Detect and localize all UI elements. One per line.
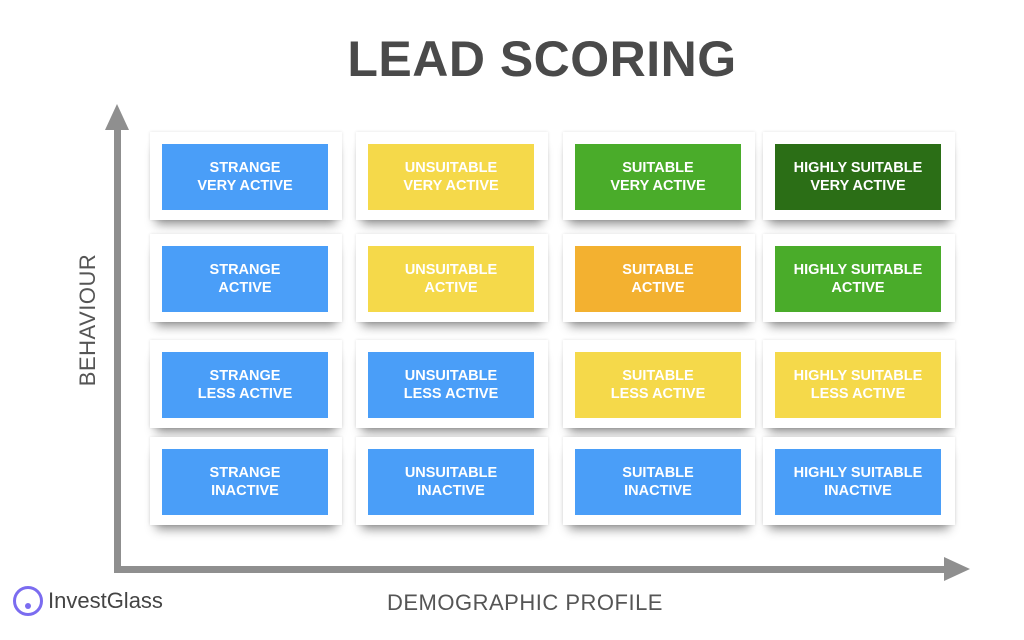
cell-profile-label: UNSUITABLE bbox=[404, 160, 498, 176]
matrix-cell-tile: SUITABLE ACTIVE bbox=[575, 246, 741, 312]
matrix-cell-tile: HIGHLY SUITABLE VERY ACTIVE bbox=[775, 144, 941, 210]
matrix-cell-tile: STRANGE LESS ACTIVE bbox=[162, 352, 328, 418]
cell-activity-label: ACTIVE bbox=[218, 280, 272, 296]
cell-activity-label: ACTIVE bbox=[831, 280, 885, 296]
matrix-cell-card: STRANGE LESS ACTIVE bbox=[150, 340, 342, 428]
x-axis-line bbox=[114, 566, 946, 573]
matrix-cell-tile: UNSUITABLE LESS ACTIVE bbox=[368, 352, 534, 418]
cell-profile-label: UNSUITABLE bbox=[404, 262, 498, 278]
matrix-cell-tile: STRANGE VERY ACTIVE bbox=[162, 144, 328, 210]
cell-profile-label: STRANGE bbox=[209, 160, 281, 176]
cell-activity-label: INACTIVE bbox=[624, 483, 692, 499]
cell-activity-label: VERY ACTIVE bbox=[610, 178, 706, 194]
matrix-cell-tile: UNSUITABLE VERY ACTIVE bbox=[368, 144, 534, 210]
matrix-cell-tile: HIGHLY SUITABLE INACTIVE bbox=[775, 449, 941, 515]
x-axis-arrowhead bbox=[944, 557, 970, 581]
y-axis-label: BEHAVIOUR bbox=[75, 253, 100, 387]
y-axis-line bbox=[114, 128, 121, 573]
cell-profile-label: SUITABLE bbox=[622, 465, 694, 481]
cell-profile-label: HIGHLY SUITABLE bbox=[793, 160, 923, 176]
cell-activity-label: VERY ACTIVE bbox=[403, 178, 499, 194]
matrix-cell-card: SUITABLE LESS ACTIVE bbox=[563, 340, 755, 428]
matrix-cell-tile: STRANGE INACTIVE bbox=[162, 449, 328, 515]
matrix-cell-tile: STRANGE ACTIVE bbox=[162, 246, 328, 312]
investglass-logo: InvestGlass bbox=[13, 586, 163, 616]
cell-activity-label: LESS ACTIVE bbox=[403, 386, 499, 402]
matrix-cell-card: HIGHLY SUITABLE ACTIVE bbox=[763, 234, 955, 322]
matrix-cell-card: HIGHLY SUITABLE LESS ACTIVE bbox=[763, 340, 955, 428]
matrix-cell-card: STRANGE VERY ACTIVE bbox=[150, 132, 342, 220]
matrix-cell-tile: UNSUITABLE ACTIVE bbox=[368, 246, 534, 312]
y-axis-arrowhead bbox=[105, 104, 129, 130]
cell-activity-label: LESS ACTIVE bbox=[610, 386, 706, 402]
matrix-cell-card: SUITABLE ACTIVE bbox=[563, 234, 755, 322]
cell-profile-label: SUITABLE bbox=[622, 368, 694, 384]
investglass-logo-icon bbox=[13, 586, 43, 616]
matrix-cell-card: SUITABLE INACTIVE bbox=[563, 437, 755, 525]
matrix-cell-card: UNSUITABLE LESS ACTIVE bbox=[356, 340, 548, 428]
matrix-cell-card: UNSUITABLE INACTIVE bbox=[356, 437, 548, 525]
cell-activity-label: ACTIVE bbox=[631, 280, 685, 296]
cell-profile-label: UNSUITABLE bbox=[404, 368, 498, 384]
cell-profile-label: HIGHLY SUITABLE bbox=[793, 465, 923, 481]
matrix-cell-card: UNSUITABLE ACTIVE bbox=[356, 234, 548, 322]
cell-activity-label: ACTIVE bbox=[424, 280, 478, 296]
cell-profile-label: SUITABLE bbox=[622, 262, 694, 278]
cell-profile-label: STRANGE bbox=[209, 368, 281, 384]
cell-activity-label: INACTIVE bbox=[824, 483, 892, 499]
cell-activity-label: INACTIVE bbox=[211, 483, 279, 499]
cell-activity-label: LESS ACTIVE bbox=[810, 386, 906, 402]
matrix-cell-card: STRANGE ACTIVE bbox=[150, 234, 342, 322]
cell-activity-label: VERY ACTIVE bbox=[810, 178, 906, 194]
cell-activity-label: INACTIVE bbox=[417, 483, 485, 499]
cell-activity-label: VERY ACTIVE bbox=[197, 178, 293, 194]
cell-profile-label: STRANGE bbox=[209, 465, 281, 481]
cell-profile-label: UNSUITABLE bbox=[404, 465, 498, 481]
matrix-cell-tile: SUITABLE VERY ACTIVE bbox=[575, 144, 741, 210]
cell-activity-label: LESS ACTIVE bbox=[197, 386, 293, 402]
logo-text: InvestGlass bbox=[48, 588, 163, 613]
matrix-cell-tile: SUITABLE LESS ACTIVE bbox=[575, 352, 741, 418]
matrix-cell-tile: HIGHLY SUITABLE ACTIVE bbox=[775, 246, 941, 312]
matrix-cell-tile: HIGHLY SUITABLE LESS ACTIVE bbox=[775, 352, 941, 418]
x-axis-label: DEMOGRAPHIC PROFILE bbox=[387, 590, 663, 615]
cell-profile-label: STRANGE bbox=[209, 262, 281, 278]
matrix-cell-card: SUITABLE VERY ACTIVE bbox=[563, 132, 755, 220]
matrix-cell-card: STRANGE INACTIVE bbox=[150, 437, 342, 525]
page-title: LEAD SCORING bbox=[347, 31, 737, 87]
matrix-cell-card: HIGHLY SUITABLE VERY ACTIVE bbox=[763, 132, 955, 220]
matrix-cell-tile: UNSUITABLE INACTIVE bbox=[368, 449, 534, 515]
matrix-cell-card: HIGHLY SUITABLE INACTIVE bbox=[763, 437, 955, 525]
cell-profile-label: HIGHLY SUITABLE bbox=[793, 368, 923, 384]
cell-profile-label: SUITABLE bbox=[622, 160, 694, 176]
matrix-cell-tile: SUITABLE INACTIVE bbox=[575, 449, 741, 515]
matrix-cell-card: UNSUITABLE VERY ACTIVE bbox=[356, 132, 548, 220]
cell-profile-label: HIGHLY SUITABLE bbox=[793, 262, 923, 278]
